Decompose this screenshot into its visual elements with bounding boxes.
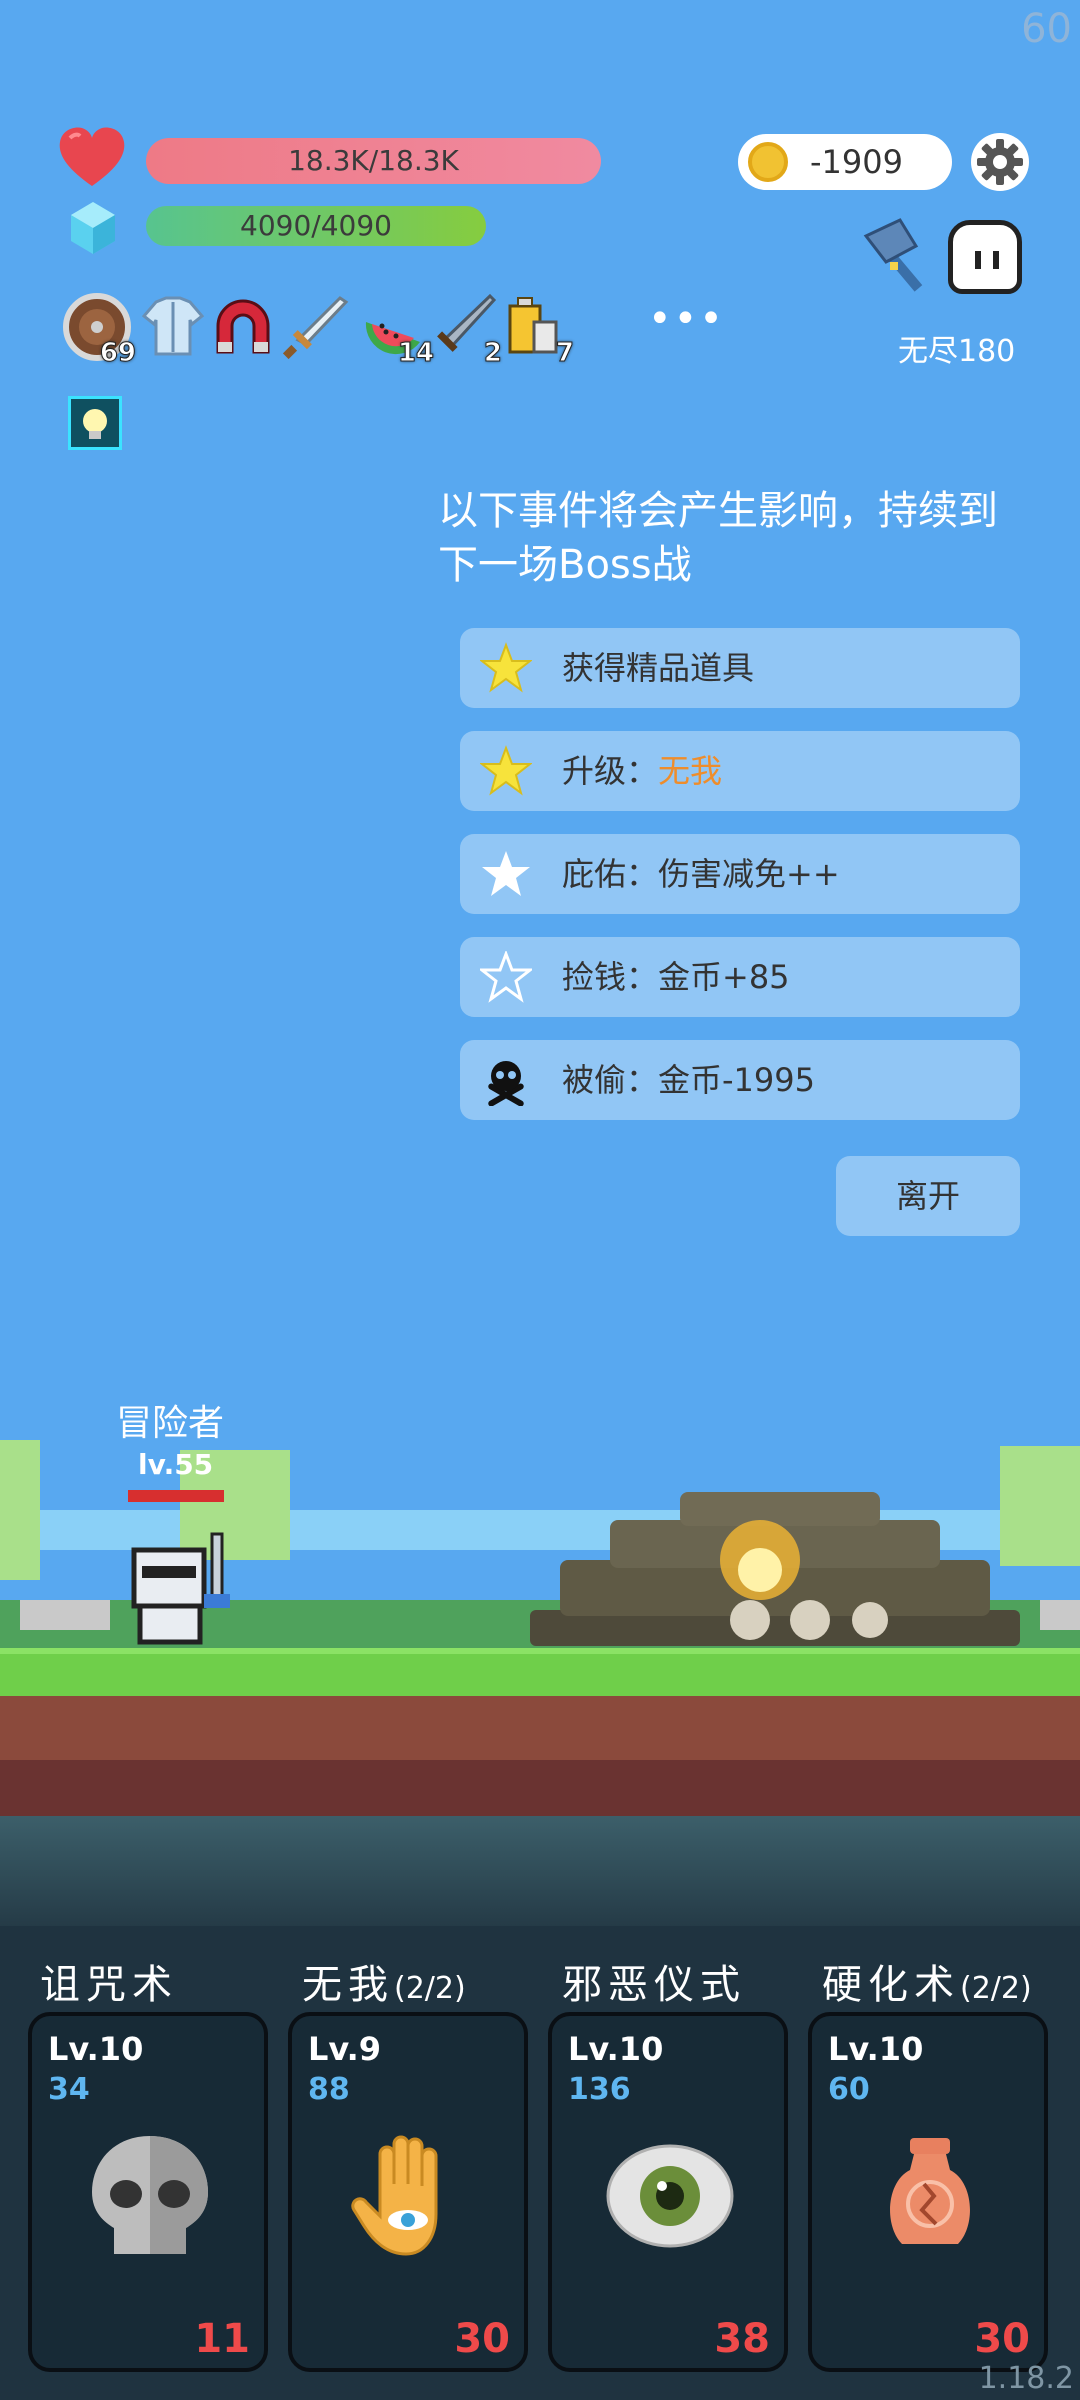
inventory-item-shield[interactable]: 69 [62,292,137,369]
inventory-item-magnet[interactable] [208,292,278,362]
inventory-item-battery[interactable]: 7 [500,292,575,369]
skull-crossbones-icon [488,1061,524,1106]
star-white-icon [482,851,530,896]
star-outline-icon [480,951,532,1003]
eye-icon [606,2144,734,2248]
skill-card-curse[interactable]: Lv.10 34 11 [28,2012,268,2372]
gold-amount: -1909 [810,143,903,181]
mp-bar: 4090/4090 [146,206,486,246]
skill-cost: 11 [194,2316,250,2362]
skill-title: 无我(2/2) [302,1962,466,2008]
shirt-icon [141,296,205,356]
ground-bedrock [0,1760,1080,1816]
skill-level: Lv.10 [48,2030,144,2068]
event-text: 升级：无我 [562,752,723,790]
more-items-button[interactable]: ••• [648,296,725,342]
skill-value: 60 [828,2072,870,2107]
inventory-item-sword[interactable] [280,292,350,362]
skill-card-selfless[interactable]: Lv.9 88 30 [288,2012,528,2372]
skill-value: 34 [48,2072,90,2107]
knight-character[interactable] [128,1530,238,1650]
event-highlight: 无我 [658,752,723,790]
lightbulb-buff-icon[interactable] [68,396,122,450]
sword-icon [282,296,349,360]
skill-level: Lv.10 [828,2030,924,2068]
skill-cost: 30 [974,2316,1030,2362]
skill-card-evil-ritual[interactable]: Lv.10 136 38 [548,2012,788,2372]
magnet-icon [216,299,270,354]
inventory-item-blade[interactable]: 2 [428,292,503,369]
ground-dirt [0,1696,1080,1760]
campfire-rock-pile [530,1492,1020,1646]
hp-text: 18.3K/18.3K [288,144,459,177]
gold-counter: -1909 [738,134,952,190]
skill-level: Lv.9 [308,2030,382,2068]
axe-icon[interactable] [860,216,946,296]
skill-title: 硬化术(2/2) [822,1962,1032,2008]
event-text: 捡钱：金币+85 [562,958,790,996]
hero-name: 冒险者 [116,1403,225,1444]
skill-title: 诅咒术 [40,1962,178,2008]
inventory-item-watermelon[interactable]: 14 [360,292,435,369]
star-filled-icon [480,745,532,796]
hand-eye-icon [351,2135,438,2256]
mp-text: 4090/4090 [240,209,392,242]
gear-icon[interactable] [970,132,1030,192]
heart-icon [59,127,125,186]
event-text: 庇佑：伤害减免++ [562,855,840,893]
skill-title: 邪恶仪式 [562,1962,746,2008]
event-item: 获得精品道具 [460,628,1020,708]
endless-mode-label: 无尽180 [898,334,1016,369]
skull-icon [92,2136,208,2254]
skill-cost: 38 [714,2316,770,2362]
version-label: 1.18.2 [978,2361,1074,2396]
event-text: 被偷：金币-1995 [562,1061,815,1099]
crystal-icon [71,202,115,254]
event-heading: 以下事件将会产生影响，持续到下一场Boss战 [438,488,998,588]
star-filled-icon [480,642,532,693]
fps-counter: 60 [1021,6,1072,52]
skill-level: Lv.10 [568,2030,664,2068]
leave-button[interactable]: 离开 [836,1156,1020,1236]
coin-icon [748,142,788,182]
skill-value: 88 [308,2072,350,2107]
water-strip [0,1816,1080,1926]
skill-cost: 30 [454,2316,510,2362]
vase-icon [890,2138,970,2244]
event-text: 获得精品道具 [562,649,755,687]
event-item: 捡钱：金币+85 [460,937,1020,1017]
item-count: 7 [555,338,574,369]
hero-level: lv.55 [138,1448,214,1481]
event-item: 被偷：金币-1995 [460,1040,1020,1120]
hero-hp-bar [128,1490,224,1502]
event-item: 庇佑：伤害减免++ [460,834,1020,914]
skill-value: 136 [568,2072,631,2107]
skill-card-harden[interactable]: Lv.10 60 30 [808,2012,1048,2372]
hp-bar: 18.3K/18.3K [146,138,601,184]
ghost-icon[interactable] [948,220,1022,294]
event-item: 升级：无我 [460,731,1020,811]
item-count: 69 [99,338,136,369]
inventory-item-shirt[interactable] [138,292,208,362]
ground-grass [0,1648,1080,1696]
